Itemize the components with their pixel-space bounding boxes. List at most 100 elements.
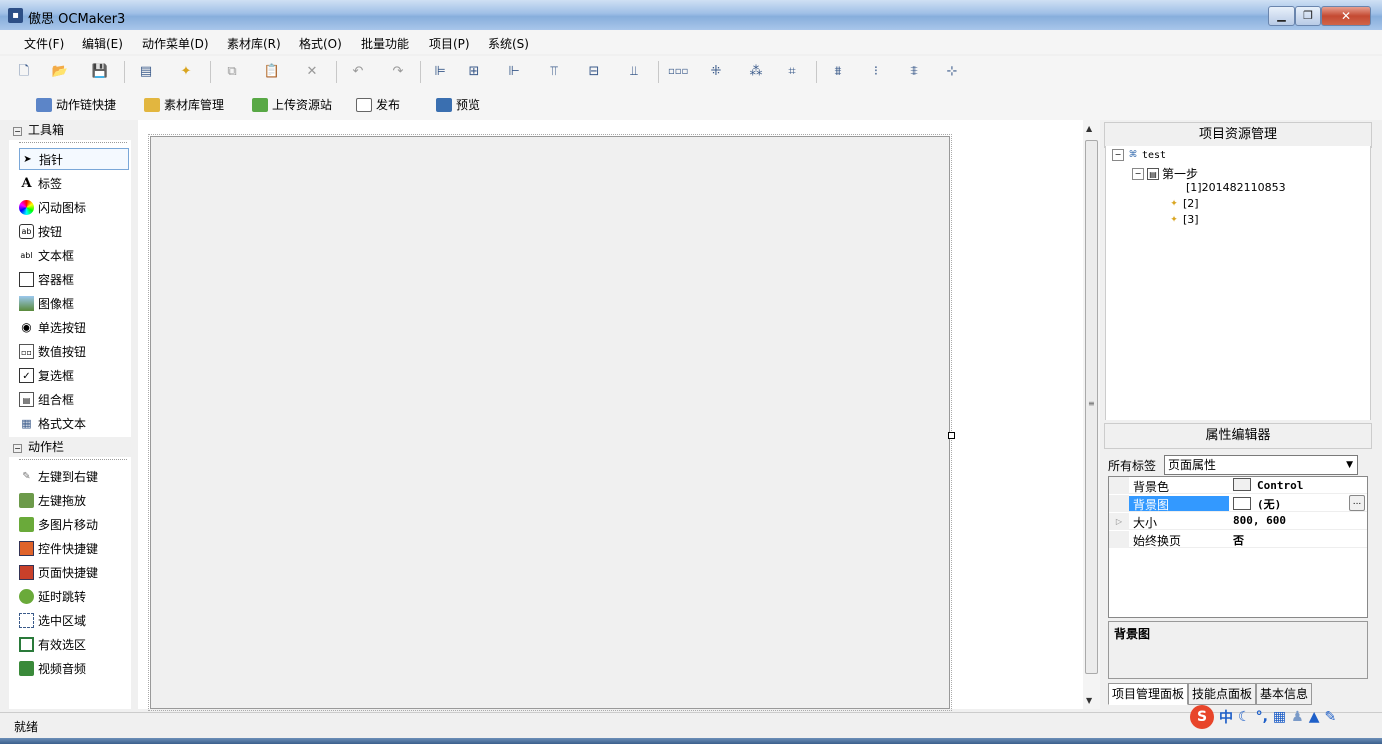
align-top-icon[interactable]: ⫪: [544, 62, 564, 82]
actionbar-header[interactable]: − 动作栏: [9, 437, 131, 457]
action-valid-area[interactable]: 有效选区: [19, 633, 129, 655]
tree-item-3[interactable]: ✦ [3]: [1168, 213, 1198, 226]
property-description: 背景图: [1108, 621, 1368, 679]
menu-library[interactable]: 素材库(R): [227, 35, 281, 52]
open-folder-icon[interactable]: 📂: [50, 62, 70, 82]
punctuation-icon[interactable]: °,: [1256, 709, 1268, 725]
ime-chinese[interactable]: 中: [1219, 707, 1233, 727]
tool-button[interactable]: ab 按钮: [19, 220, 129, 242]
action-left-drag[interactable]: 左键拖放: [19, 489, 129, 511]
moon-icon[interactable]: ☾: [1238, 709, 1251, 725]
sogou-icon[interactable]: S: [1190, 705, 1214, 729]
vertical-scrollbar[interactable]: ▲ ≡ ▼: [1083, 120, 1100, 709]
tool-container[interactable]: 容器框: [19, 268, 129, 290]
ellipsis-button[interactable]: ...: [1349, 495, 1365, 511]
align-center-icon[interactable]: ⊞: [464, 62, 484, 82]
action-page-hotkey[interactable]: 页面快捷键: [19, 561, 129, 583]
scroll-down-icon[interactable]: ▼: [1086, 696, 1092, 705]
tool-pointer[interactable]: ➤ 指针: [19, 148, 129, 170]
space-equal-icon[interactable]: ⌗: [782, 62, 802, 82]
tab-project[interactable]: 项目管理面板: [1108, 683, 1189, 705]
library-button[interactable]: 素材库管理: [144, 96, 224, 113]
menu-file[interactable]: 文件(F): [24, 35, 64, 52]
tool-textbox[interactable]: abl 文本框: [19, 244, 129, 266]
tab-info[interactable]: 基本信息: [1256, 683, 1313, 705]
page-icon[interactable]: ▤: [136, 62, 156, 82]
publish-button[interactable]: 发布: [356, 96, 400, 113]
prop-row[interactable]: 始终换页否: [1109, 531, 1367, 548]
align-bottom-icon[interactable]: ⫫: [624, 62, 644, 82]
puzzle-icon[interactable]: ✦: [176, 62, 196, 82]
maximize-button[interactable]: ❐: [1295, 6, 1321, 26]
tool-flash-icon[interactable]: 闪动图标: [19, 196, 129, 218]
wrench-icon[interactable]: ✎: [1324, 709, 1336, 725]
align-right-icon[interactable]: ⊩: [504, 62, 524, 82]
action-delay-jump[interactable]: 延时跳转: [19, 585, 129, 607]
props-filter-select[interactable]: 页面属性 ▼: [1164, 455, 1359, 475]
order-icon[interactable]: ⩩: [828, 62, 848, 82]
preview-button[interactable]: 预览: [436, 96, 480, 113]
scroll-thumb[interactable]: ≡: [1085, 140, 1098, 674]
menu-edit[interactable]: 编辑(E): [82, 35, 123, 52]
tool-checkbox[interactable]: ✓ 复选框: [19, 364, 129, 386]
project-tree[interactable]: − ⌘ test − ▤ 第一步 [1]201482110853 ✦ [2] ✦ [3]: [1105, 146, 1371, 420]
upload-button[interactable]: 上传资源站: [252, 96, 332, 113]
tree-step[interactable]: − ▤ 第一步: [1132, 165, 1198, 182]
spread-icon[interactable]: ⁝: [866, 62, 886, 82]
resize-handle[interactable]: [948, 432, 955, 439]
align-left-icon[interactable]: ⊫: [430, 62, 450, 82]
prop-row[interactable]: 背景色 Control: [1109, 477, 1367, 494]
tool-richtext[interactable]: ▦ 格式文本: [19, 412, 129, 434]
ime-toolbar[interactable]: S 中 ☾ °, ▦ ♟ ▲ ✎: [1190, 704, 1336, 730]
property-grid[interactable]: 背景色 Control 背景图 (无)... ▷ 大小 800, 600 始终换页否: [1108, 476, 1368, 618]
delete-icon[interactable]: ✕: [302, 62, 322, 82]
tab-skills[interactable]: 技能点面板: [1188, 683, 1257, 705]
design-canvas[interactable]: [138, 120, 1083, 711]
close-button[interactable]: ✕: [1321, 6, 1371, 26]
tool-label[interactable]: A 标签: [19, 172, 129, 194]
tree-root[interactable]: − ⌘ test: [1112, 149, 1166, 161]
tree-item-1[interactable]: [1]201482110853: [1186, 181, 1286, 194]
paste-icon[interactable]: 📋: [262, 62, 282, 82]
menu-system[interactable]: 系统(S): [488, 35, 529, 52]
space-v-icon[interactable]: ⁂: [746, 62, 766, 82]
keyboard-icon[interactable]: ▦: [1273, 709, 1286, 725]
action-select-area[interactable]: 选中区域: [19, 609, 129, 631]
status-bar: 就绪: [0, 712, 1382, 738]
undo-icon[interactable]: ↶: [348, 62, 368, 82]
minimize-button[interactable]: ▁: [1268, 6, 1295, 26]
tree-item-2[interactable]: ✦ [2]: [1168, 197, 1198, 210]
action-multi-image[interactable]: 多图片移动: [19, 513, 129, 535]
tool-combobox[interactable]: ▤ 组合框: [19, 388, 129, 410]
toolbox-header[interactable]: − 工具箱: [9, 120, 131, 140]
scroll-up-icon[interactable]: ▲: [1086, 124, 1092, 133]
title-bar[interactable]: ▪ 傲思 OCMaker3 ▁ ❐ ✕: [0, 0, 1382, 30]
menu-action[interactable]: 动作菜单(D): [142, 35, 209, 52]
prop-row-selected[interactable]: 背景图 (无)...: [1109, 495, 1367, 512]
align-middle-icon[interactable]: ⊟: [584, 62, 604, 82]
prop-row[interactable]: ▷ 大小 800, 600: [1109, 513, 1367, 530]
copy-icon[interactable]: ⧉: [222, 62, 242, 82]
user-icon[interactable]: ♟: [1291, 709, 1304, 725]
page-surface[interactable]: [148, 134, 952, 711]
distribute-h-icon[interactable]: ▫▫▫: [668, 62, 688, 82]
menu-format[interactable]: 格式(O): [299, 35, 342, 52]
menu-batch[interactable]: 批量功能: [361, 35, 409, 52]
action-video-audio[interactable]: 视频音频: [19, 657, 129, 679]
action-left-to-right[interactable]: ✎ 左键到右键: [19, 465, 129, 487]
menu-project[interactable]: 项目(P): [429, 35, 470, 52]
redo-icon[interactable]: ↷: [388, 62, 408, 82]
action-control-hotkey[interactable]: 控件快捷键: [19, 537, 129, 559]
action-chain-button[interactable]: 动作链快捷: [36, 96, 116, 113]
shirt-icon[interactable]: ▲: [1309, 709, 1320, 725]
save-icon[interactable]: 💾: [90, 62, 110, 82]
left-scroll-gutter: [131, 120, 138, 709]
tool-numeric[interactable]: ▫▫ 数值按钮: [19, 340, 129, 362]
space-h-icon[interactable]: ⁜: [706, 62, 726, 82]
tool-radio[interactable]: ◉ 单选按钮: [19, 316, 129, 338]
stack-icon[interactable]: ⩨: [904, 62, 924, 82]
new-file-icon[interactable]: 🗋: [14, 62, 34, 82]
tool-image[interactable]: 图像框: [19, 292, 129, 314]
merge-icon[interactable]: ⊹: [942, 62, 962, 82]
app-window: ▪ 傲思 OCMaker3 ▁ ❐ ✕ 文件(F) 编辑(E) 动作菜单(D) …: [0, 0, 1382, 744]
